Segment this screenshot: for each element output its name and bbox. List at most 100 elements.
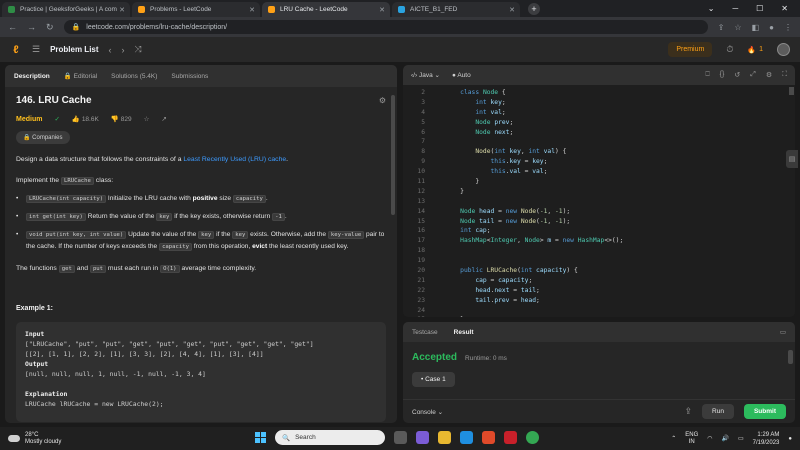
expand-icon[interactable]: ⛶: [782, 71, 787, 79]
tab-search-icon[interactable]: ⌄: [708, 4, 715, 13]
companies-tag[interactable]: 🔒 Companies: [16, 131, 70, 144]
editor-scrollbar[interactable]: [789, 87, 794, 95]
file-explorer-icon[interactable]: [438, 431, 451, 444]
edge-icon[interactable]: [460, 431, 473, 444]
url-field[interactable]: 🔒 leetcode.com/problems/lru-cache/descri…: [63, 20, 708, 34]
avatar[interactable]: [777, 43, 790, 56]
like-button[interactable]: 👍 18.6K: [72, 115, 99, 123]
console-scrollbar[interactable]: [788, 350, 793, 364]
battery-icon[interactable]: ▭: [738, 435, 744, 442]
dislike-button[interactable]: 👎 829: [111, 115, 132, 123]
code-editor-panel: ‹/› Java ⌄ ● Auto ⎕ {} ↺ ⤢ ⚙ ⛶ 2 class N…: [403, 65, 795, 317]
settings-icon[interactable]: ⚙: [766, 71, 772, 79]
taskbar-search[interactable]: 🔍 Search: [275, 430, 385, 445]
settings-icon[interactable]: ⚙: [379, 96, 386, 105]
submit-button[interactable]: Submit: [743, 404, 786, 419]
clock[interactable]: 1:29 AM 7/19/2023: [753, 431, 780, 447]
lru-cache-link[interactable]: Least Recently Used (LRU) cache: [183, 156, 286, 163]
tab-result[interactable]: Result: [454, 329, 474, 336]
task-view-icon[interactable]: [394, 431, 407, 444]
favorite-star-icon[interactable]: ☆: [144, 115, 150, 123]
desc-text: Design a data structure that follows the…: [16, 156, 184, 163]
share-icon[interactable]: ⇪: [718, 23, 725, 32]
bookmark-star-icon[interactable]: ☆: [734, 23, 741, 32]
wifi-icon[interactable]: ◠: [707, 435, 712, 442]
line-number: 22: [417, 286, 425, 294]
inline-code: key: [232, 231, 249, 239]
tab-submissions[interactable]: Submissions: [171, 73, 208, 80]
tab-editorial[interactable]: 🔒 Editorial: [64, 72, 97, 80]
next-problem-icon[interactable]: ›: [122, 45, 125, 55]
minimize-button[interactable]: ─: [732, 4, 738, 13]
case-1-button[interactable]: • Case 1: [412, 372, 455, 387]
tab-testcase[interactable]: Testcase: [412, 329, 438, 336]
browser-tab[interactable]: Practice | GeeksforGeeks | A com ✕: [2, 2, 130, 17]
expand-icon[interactable]: ▭: [780, 328, 786, 336]
console-toggle[interactable]: Console ⌄: [412, 408, 443, 416]
bookmark-icon[interactable]: ⎕: [705, 71, 709, 79]
timer-icon[interactable]: ⏱: [726, 44, 733, 55]
leetcode-logo-icon[interactable]: ℓ: [10, 44, 22, 56]
weather-widget[interactable]: 28°C Mostly cloudy: [8, 432, 61, 446]
braces-icon[interactable]: {}: [720, 71, 725, 79]
region-code: IN: [688, 438, 695, 445]
code-line: 18: [403, 246, 795, 256]
code-area[interactable]: 2 class Node {3 int key; 4 int val; 5 Node…: [403, 85, 795, 317]
description-scrollbar[interactable]: [391, 95, 395, 215]
tab-close-icon[interactable]: ✕: [119, 6, 125, 14]
volume-icon[interactable]: 🔊: [722, 435, 729, 442]
browser-tab[interactable]: AICTE_B1_FED ✕: [392, 2, 520, 17]
lock-icon: 🔒: [63, 73, 72, 80]
browser-tab-label: AICTE_B1_FED: [410, 6, 458, 13]
line-number: 2: [421, 89, 425, 96]
line-number: 13: [417, 197, 425, 205]
notification-icon[interactable]: ●: [788, 436, 792, 442]
chrome-icon[interactable]: [526, 431, 539, 444]
mcafee-icon[interactable]: [504, 431, 517, 444]
tab-solutions[interactable]: Solutions (5.4K): [111, 73, 157, 80]
tray-chevron-icon[interactable]: ⌃: [671, 435, 676, 442]
line-number: 6: [421, 128, 425, 136]
tab-description[interactable]: Description: [14, 73, 50, 80]
language-select[interactable]: ‹/› Java ⌄: [411, 71, 440, 79]
browser-tab[interactable]: LRU Cache - LeetCode ✕: [262, 2, 390, 17]
problem-list-link[interactable]: Problem List: [50, 45, 98, 54]
maximize-button[interactable]: ☐: [756, 4, 763, 13]
case-label: Case 1: [425, 376, 446, 383]
windows-start-icon[interactable]: [255, 432, 266, 443]
close-window-button[interactable]: ✕: [781, 4, 788, 13]
menu-kebab-icon[interactable]: ⋮: [784, 23, 792, 32]
run-button[interactable]: Run: [702, 404, 734, 419]
line-number: 25: [403, 315, 445, 317]
language-indicator[interactable]: ENG IN: [685, 432, 698, 446]
browser-tab[interactable]: Problems - LeetCode ✕: [132, 2, 260, 17]
shuffle-icon[interactable]: ⤨: [135, 44, 142, 55]
console-footer: Console ⌄ ⇪ Run Submit: [403, 399, 795, 423]
upload-icon[interactable]: ⇪: [684, 406, 692, 417]
autocomplete-toggle[interactable]: ● Auto: [452, 72, 471, 79]
fn-text: must each run in: [106, 265, 161, 272]
list-text: exists. Otherwise, add the: [248, 231, 328, 238]
share-link-icon[interactable]: ↗: [161, 115, 166, 123]
reset-icon[interactable]: ↺: [734, 71, 740, 79]
reload-icon[interactable]: ↻: [46, 22, 54, 33]
tab-close-icon[interactable]: ✕: [249, 6, 255, 14]
office-icon[interactable]: [482, 431, 495, 444]
notes-side-tab[interactable]: ▤: [786, 150, 798, 168]
teams-icon[interactable]: [416, 431, 429, 444]
tab-close-icon[interactable]: ✕: [379, 6, 385, 14]
forward-icon[interactable]: →: [27, 22, 36, 32]
line-number: 4: [421, 108, 425, 116]
streak-counter[interactable]: 🔥 1: [747, 46, 763, 54]
new-tab-button[interactable]: +: [528, 3, 540, 15]
profile-icon[interactable]: ●: [769, 23, 774, 32]
prev-problem-icon[interactable]: ‹: [109, 45, 112, 55]
line-number: 11: [417, 178, 425, 186]
code-text: this.val = val;: [490, 168, 548, 176]
extensions-icon[interactable]: ◧: [752, 23, 760, 32]
fullscreen-icon[interactable]: ⤢: [750, 71, 756, 79]
inline-code: O(1): [160, 265, 180, 273]
premium-button[interactable]: Premium: [668, 42, 713, 57]
back-icon[interactable]: ←: [8, 22, 17, 32]
tab-close-icon[interactable]: ✕: [509, 6, 515, 14]
